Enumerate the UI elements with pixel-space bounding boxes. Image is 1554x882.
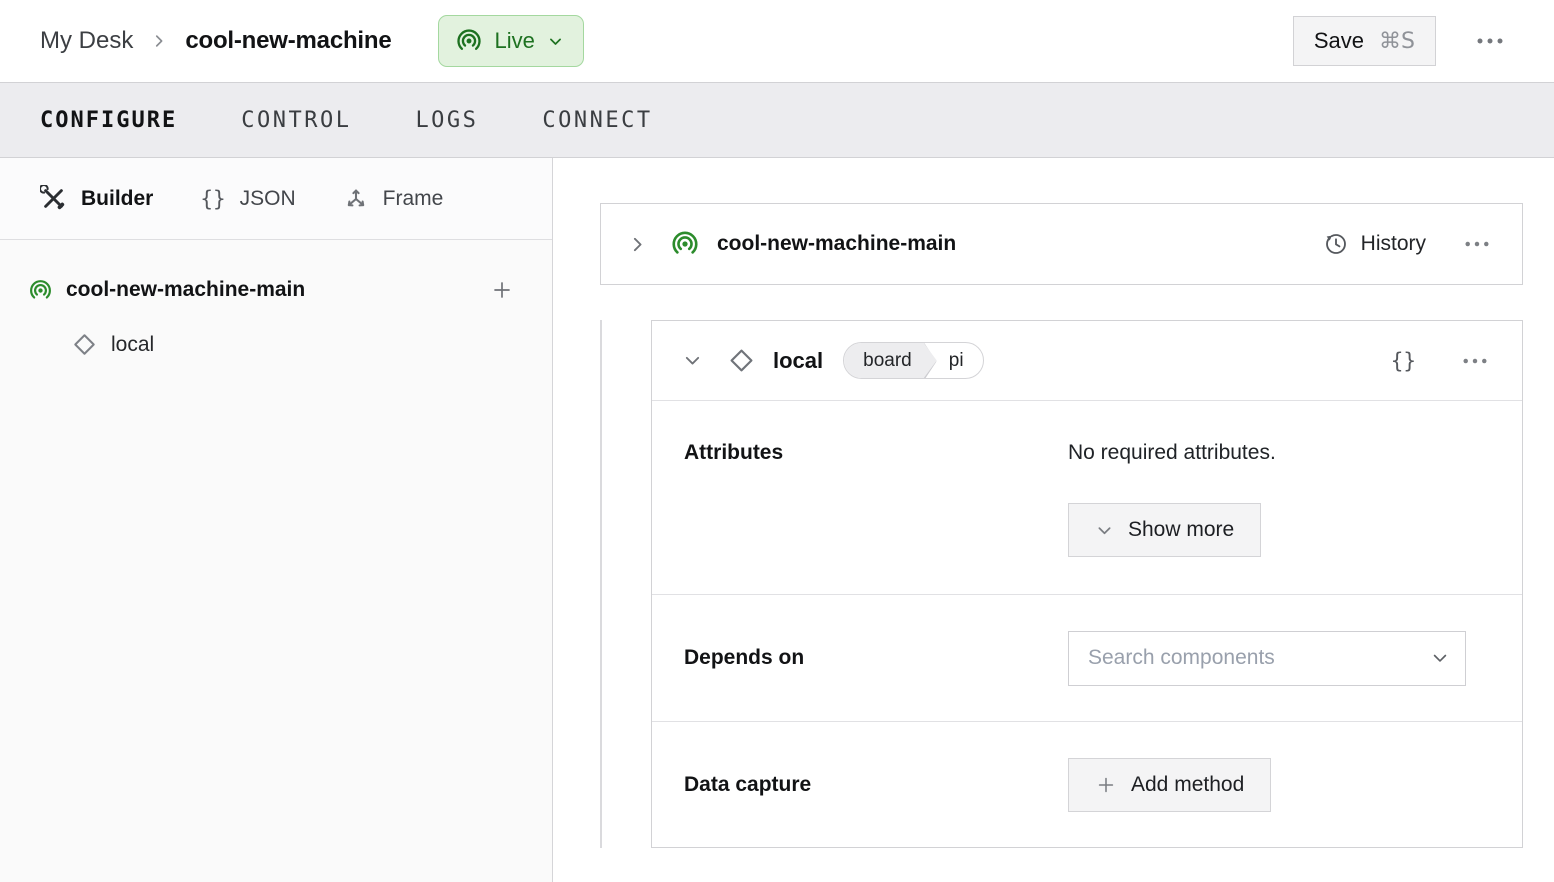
- config-view-switcher: Builder {} JSON Frame: [0, 158, 552, 240]
- top-bar-actions: Save ⌘S: [1293, 16, 1508, 66]
- component-type-model-badge: board pi: [843, 342, 983, 379]
- part-card-actions: History: [1323, 231, 1494, 257]
- breadcrumb: My Desk cool-new-machine: [40, 27, 392, 55]
- part-card-name: cool-new-machine-main: [717, 232, 956, 256]
- save-button-label: Save: [1314, 28, 1364, 54]
- add-method-label: Add method: [1131, 773, 1244, 797]
- view-json[interactable]: {} JSON: [200, 187, 295, 211]
- frame-axes-icon: [343, 186, 369, 212]
- component-card-actions: {}: [1391, 349, 1492, 373]
- tree-part-name: cool-new-machine-main: [66, 278, 305, 302]
- tab-connect[interactable]: CONNECT: [542, 108, 652, 133]
- tree-item-machine-part[interactable]: cool-new-machine-main: [28, 276, 516, 304]
- view-frame[interactable]: Frame: [343, 186, 444, 212]
- view-json-label: JSON: [240, 187, 296, 211]
- component-json-button[interactable]: {}: [1391, 349, 1416, 373]
- braces-icon: {}: [200, 187, 225, 211]
- tab-logs[interactable]: LOGS: [415, 108, 478, 133]
- part-children-indent: local board pi {}: [600, 320, 1523, 848]
- live-status-dropdown[interactable]: Live: [438, 15, 584, 67]
- component-collapse-button[interactable]: [682, 350, 703, 371]
- data-capture-content: Add method: [1068, 758, 1490, 812]
- save-shortcut-hint: ⌘S: [1379, 29, 1415, 54]
- machine-part-broadcast-icon: [28, 278, 53, 303]
- depends-on-search-input[interactable]: [1068, 631, 1466, 686]
- attributes-section: Attributes No required attributes. Show …: [652, 401, 1522, 594]
- history-clock-icon: [1323, 231, 1349, 257]
- data-capture-section: Data capture Add method: [652, 721, 1522, 847]
- add-method-button[interactable]: Add method: [1068, 758, 1271, 812]
- attributes-label: Attributes: [684, 441, 1068, 594]
- builder-canvas: cool-new-machine-main History: [553, 158, 1554, 882]
- machine-name: cool-new-machine: [185, 27, 391, 55]
- component-card-local: local board pi {}: [651, 320, 1523, 848]
- attributes-empty-text: No required attributes.: [1068, 441, 1490, 465]
- tree-component-name: local: [111, 333, 154, 357]
- depends-on-select: [1068, 631, 1466, 686]
- sidebar: Builder {} JSON Frame: [0, 158, 553, 882]
- plus-icon: [1095, 774, 1117, 796]
- top-bar: My Desk cool-new-machine Live Save: [0, 0, 1554, 82]
- machine-part-card: cool-new-machine-main History: [600, 203, 1523, 285]
- component-diamond-icon: [727, 346, 756, 375]
- machine-part-tree: cool-new-machine-main local: [0, 240, 552, 358]
- tab-control[interactable]: CONTROL: [241, 108, 351, 133]
- component-model: pi: [937, 343, 983, 378]
- attributes-content: No required attributes. Show more: [1068, 441, 1490, 594]
- component-diamond-icon: [71, 331, 98, 358]
- chevron-down-icon: [1095, 521, 1114, 540]
- part-card-expand-button[interactable]: [627, 234, 648, 255]
- save-button[interactable]: Save ⌘S: [1293, 16, 1436, 66]
- data-capture-label: Data capture: [684, 773, 1068, 797]
- machine-tab-bar: CONFIGURE CONTROL LOGS CONNECT: [0, 82, 1554, 158]
- tab-configure[interactable]: CONFIGURE: [40, 108, 177, 133]
- configure-content: Builder {} JSON Frame: [0, 158, 1554, 882]
- component-type: board: [844, 343, 937, 378]
- view-frame-label: Frame: [383, 187, 444, 211]
- depends-on-section: Depends on: [652, 594, 1522, 721]
- app-window: My Desk cool-new-machine Live Save: [0, 0, 1554, 882]
- view-builder-label: Builder: [81, 187, 153, 211]
- live-broadcast-icon: [455, 27, 483, 55]
- chevron-down-icon: [547, 33, 564, 50]
- show-more-label: Show more: [1128, 518, 1234, 542]
- view-builder[interactable]: Builder: [40, 185, 153, 212]
- component-name: local: [773, 348, 823, 374]
- history-button[interactable]: History: [1323, 231, 1426, 257]
- live-status-label: Live: [495, 28, 535, 54]
- component-overflow-menu-button[interactable]: [1458, 353, 1492, 369]
- machine-overflow-menu-button[interactable]: [1472, 33, 1508, 49]
- add-component-button[interactable]: [488, 276, 516, 304]
- part-card-overflow-menu-button[interactable]: [1460, 236, 1494, 252]
- depends-on-label: Depends on: [684, 646, 1068, 670]
- breadcrumb-parent-link[interactable]: My Desk: [40, 27, 133, 55]
- builder-tools-icon: [40, 185, 67, 212]
- tree-item-component-local[interactable]: local: [71, 331, 516, 358]
- show-more-button[interactable]: Show more: [1068, 503, 1261, 557]
- component-card-header: local board pi {}: [652, 321, 1522, 401]
- breadcrumb-chevron-icon: [150, 32, 168, 50]
- history-button-label: History: [1361, 232, 1426, 256]
- machine-part-broadcast-icon: [670, 229, 700, 259]
